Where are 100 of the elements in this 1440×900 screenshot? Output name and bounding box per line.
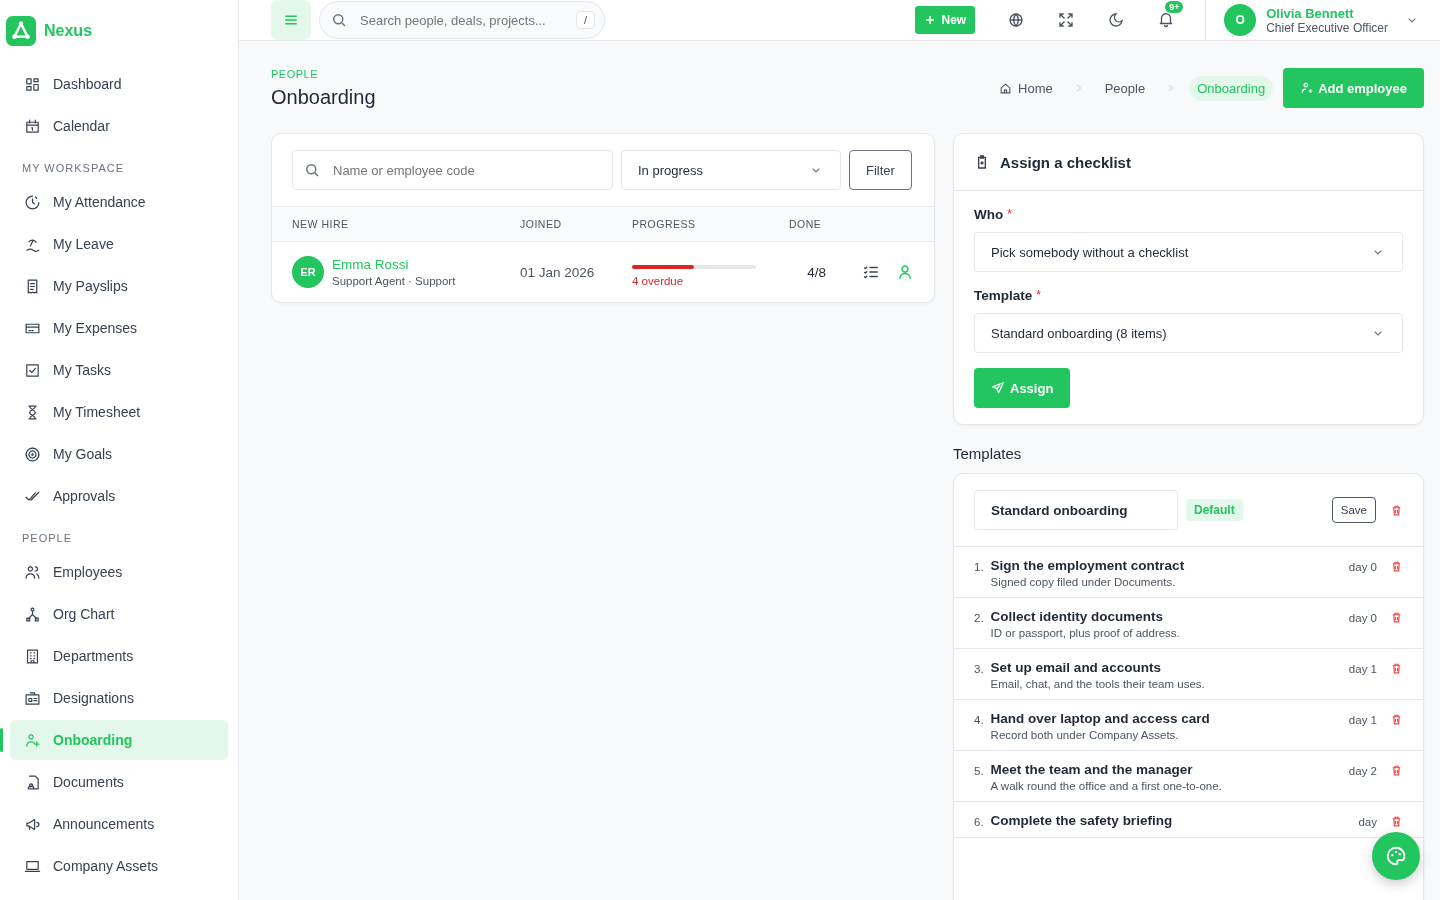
nav-item[interactable]: Calendar — [10, 106, 228, 146]
step-title: Hand over laptop and access card — [990, 711, 1210, 726]
user-name: Olivia Bennett — [1266, 5, 1355, 21]
nav-item[interactable]: My Payslips — [10, 266, 228, 306]
nav-item[interactable]: Org Chart — [10, 594, 228, 634]
step-title: Set up email and accounts — [990, 660, 1162, 675]
step-number: 2. — [974, 612, 984, 624]
nav-item[interactable]: Documents — [10, 762, 228, 802]
app-name: Nexus — [44, 22, 93, 40]
menu-button[interactable] — [271, 0, 311, 40]
save-button[interactable]: Save — [1331, 497, 1376, 523]
nav-item[interactable]: Employees — [10, 552, 228, 592]
template-name-field[interactable]: Standard onboarding — [974, 490, 1178, 530]
filter-button[interactable]: Filter — [849, 150, 912, 190]
delete-icon[interactable] — [1390, 662, 1403, 675]
step-day: day 1 — [1348, 714, 1377, 726]
column-header: PROGRESS — [632, 218, 697, 230]
step-description: ID or passport, plus proof of address. — [990, 627, 1180, 639]
step-number: 5. — [974, 765, 984, 777]
section-title: Templates — [953, 445, 1023, 462]
nav-item[interactable]: My Expenses — [10, 308, 228, 348]
user-role: Chief Executive Officer — [1266, 20, 1388, 35]
step-title: Collect identity documents — [990, 609, 1165, 624]
avatar: ER — [292, 256, 324, 288]
card-title: Assign a checklist — [1000, 153, 1131, 171]
nav-item[interactable]: Approvals — [10, 476, 228, 516]
nav-icon — [24, 445, 41, 463]
nav-item[interactable]: Departments — [10, 636, 228, 676]
required-mark: * — [1007, 207, 1012, 222]
page-eyebrow: PEOPLE — [271, 68, 320, 80]
nav-item[interactable]: My Leave — [10, 224, 228, 264]
step-title: Sign the employment contract — [990, 558, 1185, 573]
step-number: 6. — [974, 816, 984, 828]
delete-icon[interactable] — [1390, 503, 1403, 517]
overdue-count: 4 overdue — [632, 275, 685, 287]
step-description: A walk round the office and a first one-to-one. — [990, 780, 1222, 792]
nav-item[interactable]: My Tasks — [10, 350, 228, 390]
nav-icon — [24, 117, 41, 135]
delete-icon[interactable] — [1390, 560, 1403, 573]
plus-icon — [924, 14, 937, 26]
step-day: day 1 — [1348, 663, 1377, 675]
column-header: DONE — [788, 218, 823, 230]
step-description: Signed copy filed under Documents. — [990, 576, 1177, 588]
status-dropdown[interactable]: In progress — [621, 150, 841, 190]
user-avatar: O — [1224, 4, 1257, 36]
breadcrumb-link[interactable]: People — [1096, 75, 1154, 101]
section-heading: MY WORKSPACE — [21, 161, 126, 176]
logo-icon — [6, 16, 36, 46]
delete-icon[interactable] — [1390, 815, 1403, 828]
column-header: NEW HIRE — [292, 218, 350, 230]
search-icon — [303, 161, 321, 179]
person-icon[interactable] — [896, 263, 914, 281]
delete-icon[interactable] — [1390, 764, 1403, 777]
delete-icon[interactable] — [1390, 611, 1403, 624]
field-label: Template — [974, 288, 1033, 303]
nav-icon — [24, 75, 41, 93]
joined-date: 01 Jan 2026 — [520, 264, 596, 280]
nav-icon — [24, 193, 41, 211]
hire-role: Support Agent · Support — [332, 275, 456, 287]
dropdown[interactable]: Standard onboarding (8 items) — [974, 313, 1403, 353]
send-icon — [991, 381, 1005, 395]
step-title: Complete the safety briefing — [990, 813, 1173, 828]
field-label: Who — [974, 207, 1004, 222]
nav-icon — [24, 563, 41, 581]
nav-item[interactable]: My Attendance — [10, 182, 228, 222]
nav-icon — [24, 647, 41, 665]
breadcrumb-link[interactable]: Home — [1010, 75, 1061, 101]
nav-item[interactable]: Dashboard — [10, 64, 228, 104]
nav-icon — [24, 689, 41, 707]
section-heading: PEOPLE — [21, 531, 74, 546]
step-number: 1. — [974, 561, 984, 573]
nav-icon — [24, 605, 41, 623]
step-day: day 0 — [1348, 612, 1377, 624]
nav-item[interactable]: Company Assets — [10, 846, 228, 886]
home-icon — [999, 81, 1012, 95]
dropdown[interactable]: Pick somebody without a checklist — [974, 232, 1403, 272]
nav-icon — [24, 361, 41, 379]
step-number: 4. — [974, 714, 984, 726]
step-description: Record both under Company Assets. — [990, 729, 1180, 741]
step-day: day 0 — [1348, 561, 1377, 573]
step-number: 3. — [974, 663, 984, 675]
default-badge: Default — [1186, 499, 1243, 521]
nav-icon — [24, 731, 41, 749]
required-mark: * — [1036, 288, 1041, 303]
palette-icon — [1385, 845, 1407, 867]
nav-item[interactable]: Announcements — [10, 804, 228, 844]
column-header: JOINED — [520, 218, 563, 230]
step-description: Email, chat, and the tools their team uses. — [990, 678, 1205, 690]
step-day: day 2 — [1348, 765, 1377, 777]
delete-icon[interactable] — [1390, 713, 1403, 726]
nav-item[interactable]: My Goals — [10, 434, 228, 474]
nav-item[interactable]: My Timesheet — [10, 392, 228, 432]
nav-item[interactable]: Designations — [10, 678, 228, 718]
step-title: Meet the team and the manager — [990, 762, 1194, 777]
notification-badge: 9+ — [1165, 0, 1184, 13]
search-icon — [330, 11, 348, 29]
search-field[interactable]: Name or employee code — [292, 150, 613, 190]
done-count: 4/8 — [806, 264, 826, 280]
page-title: Onboarding — [271, 86, 376, 109]
person-add-icon — [1300, 81, 1315, 95]
